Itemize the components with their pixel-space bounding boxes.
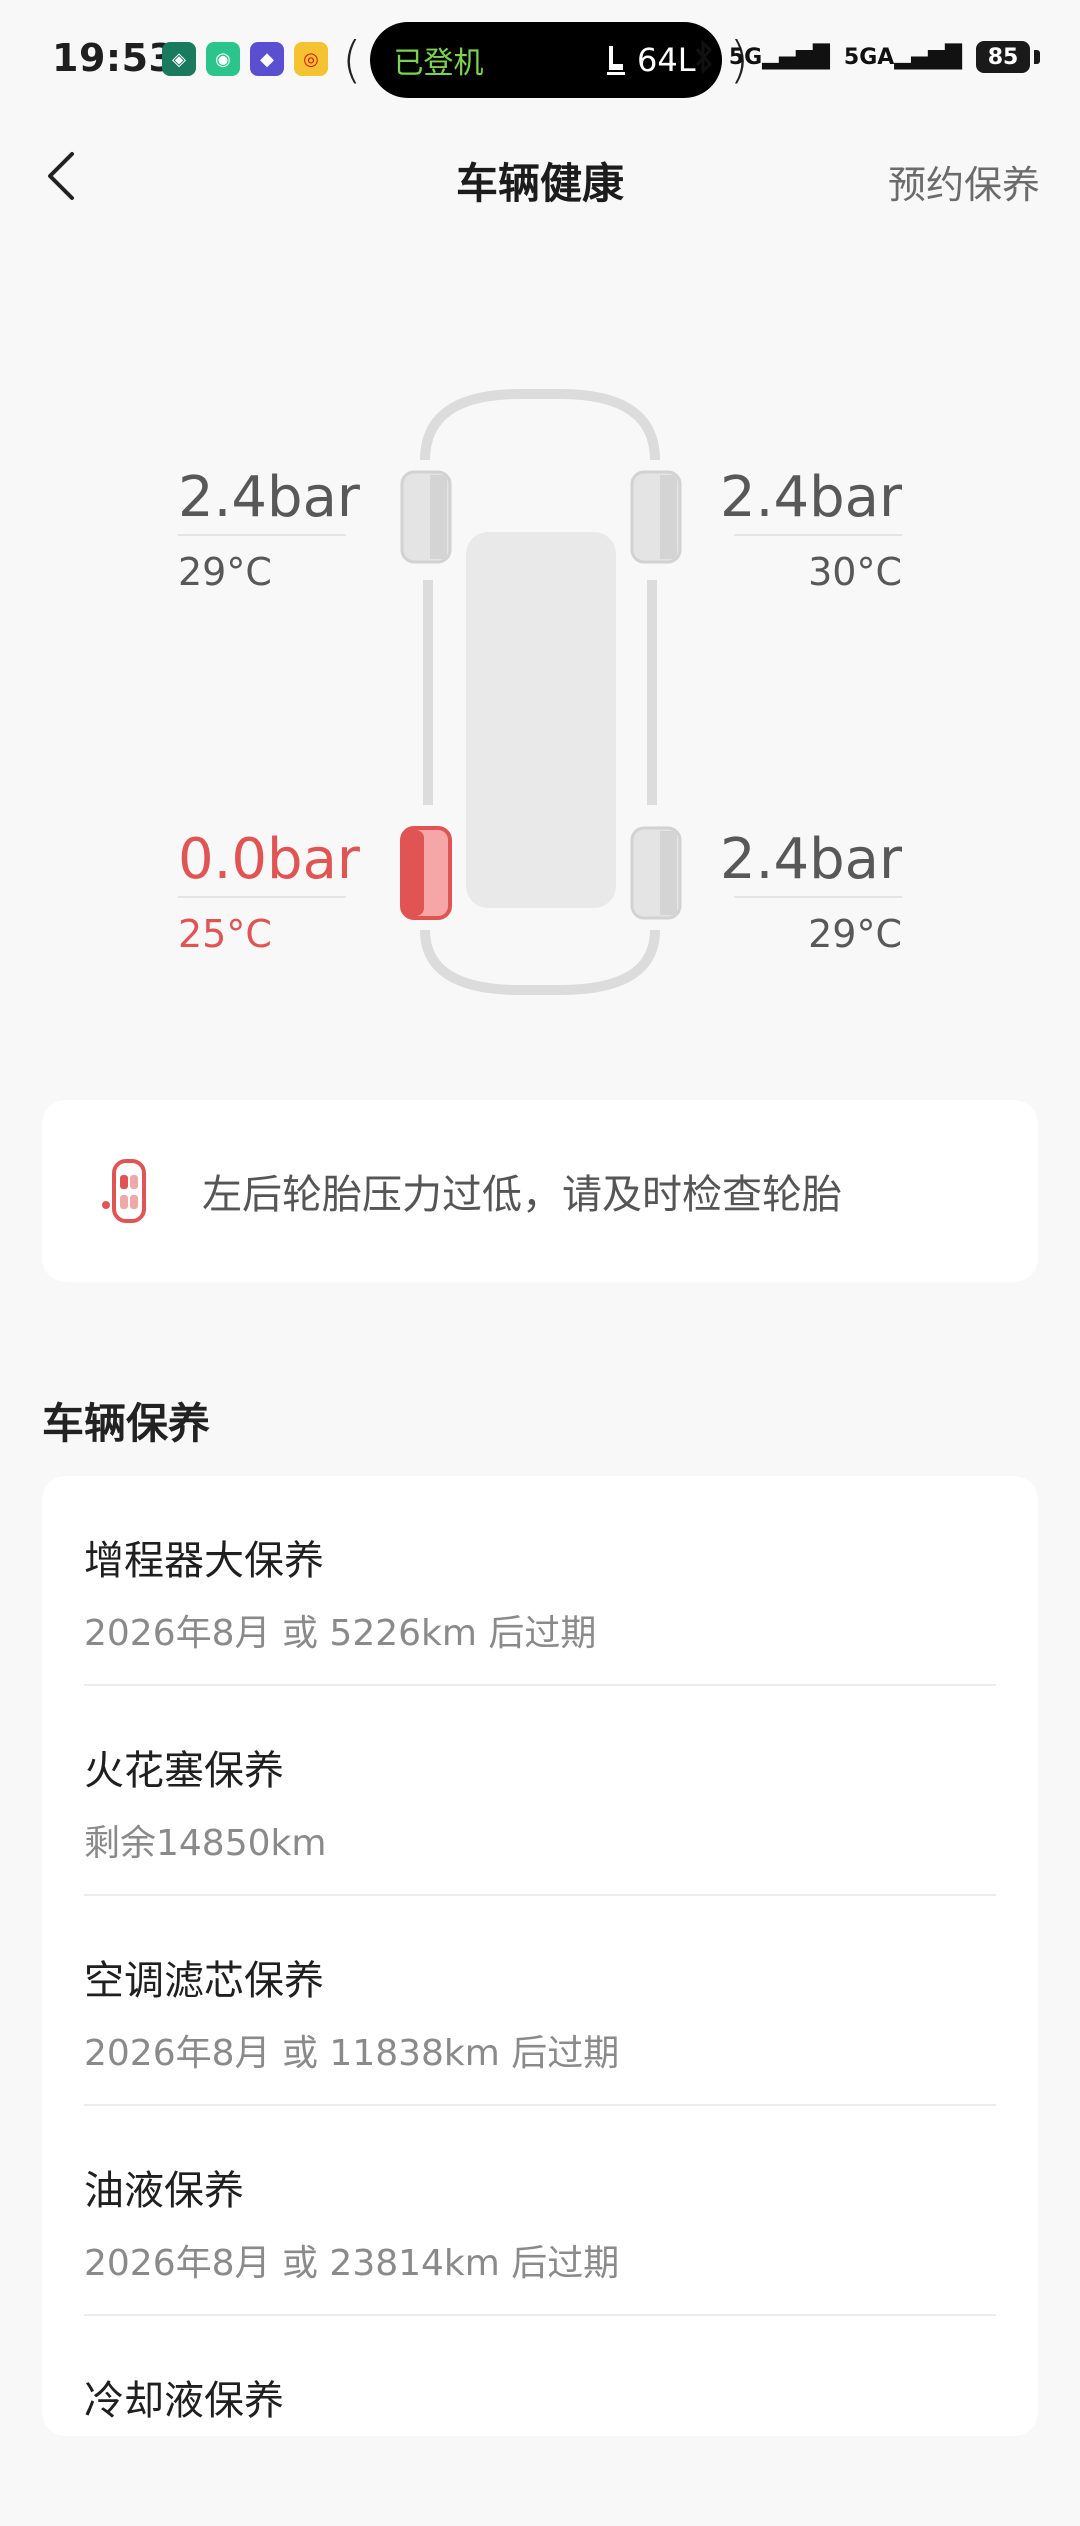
maintenance-item[interactable]: 冷却液保养 <box>84 2316 996 2526</box>
dynamic-island[interactable]: ( 已登机 64L ) <box>342 22 749 98</box>
paren-left: ( <box>342 31 362 89</box>
maintenance-detail: 剩余14850km <box>84 1823 327 1864</box>
tire-pressure: 2.4bar <box>720 827 902 892</box>
pill-status: 已登机 <box>393 46 484 81</box>
tire-temperature: 29°C <box>808 912 902 956</box>
app-notification-icon: ◆ <box>250 42 284 76</box>
maintenance-item[interactable]: 油液保养 2026年8月 或 23814km 后过期 <box>84 2106 996 2316</box>
maintenance-name: 冷却液保养 <box>84 2378 284 2424</box>
signal-5ga-icon: 5GA▂▄▆█ <box>843 44 962 70</box>
maintenance-item[interactable]: 空调滤芯保养 2026年8月 或 11838km 后过期 <box>84 1896 996 2106</box>
tire-pressure: 0.0bar <box>178 827 360 892</box>
tire-front-left: 2.4bar 29°C <box>178 470 360 594</box>
maintenance-detail: 2026年8月 或 23814km 后过期 <box>84 2243 620 2284</box>
maintenance-item[interactable]: 火花塞保养 剩余14850km <box>84 1686 996 1896</box>
maintenance-name: 增程器大保养 <box>84 1538 324 1584</box>
notification-icons: ◈ ◉ ◆ ◎ <box>162 42 328 76</box>
tire-pressure: 2.4bar <box>178 465 360 530</box>
car-outline-icon <box>400 389 682 995</box>
pill-value: 64L <box>636 41 696 79</box>
status-bar: 19:53 ◈ ◉ ◆ ◎ ( 已登机 64L ) 5G▂▄▆█ 5GA▂▄▆█… <box>0 0 1080 120</box>
seat-icon <box>606 46 625 75</box>
status-time: 19:53 <box>52 36 176 80</box>
maintenance-name: 空调滤芯保养 <box>84 1958 324 2004</box>
weibo-icon: ◎ <box>294 42 328 76</box>
tire-front-right: 2.4bar 30°C <box>720 470 902 594</box>
tire-temperature: 25°C <box>178 912 272 956</box>
app-notification-icon: ◉ <box>206 42 240 76</box>
battery-level: 85 <box>976 41 1030 73</box>
maintenance-item[interactable]: 增程器大保养 2026年8月 或 5226km 后过期 <box>84 1476 996 1686</box>
live-activity-pill[interactable]: 已登机 64L <box>369 22 722 98</box>
tire-rear-right: 2.4bar 29°C <box>720 832 902 956</box>
tire-temperature: 29°C <box>178 550 272 594</box>
tire-warning-icon <box>102 1159 146 1223</box>
tire-temperature: 30°C <box>808 550 902 594</box>
app-notification-icon: ◈ <box>162 42 196 76</box>
tire-pressure: 2.4bar <box>720 465 902 530</box>
tire-alert-card[interactable]: 左后轮胎压力过低，请及时检查轮胎 <box>42 1100 1038 1282</box>
tire-rear-left: 0.0bar 25°C <box>178 832 360 956</box>
alert-message: 左后轮胎压力过低，请及时检查轮胎 <box>202 1172 842 1218</box>
status-indicators: 5G▂▄▆█ 5GA▂▄▆█ 85 <box>693 40 1040 74</box>
book-maintenance-button[interactable]: 预约保养 <box>888 154 1040 209</box>
tire-pressure-diagram: 2.4bar 29°C 2.4bar 30°C 0.0bar 25°C 2.4b… <box>0 360 1080 1010</box>
maintenance-detail: 2026年8月 或 11838km 后过期 <box>84 2033 620 2074</box>
signal-5g-icon: 5G▂▄▆█ <box>728 44 830 70</box>
battery-icon: 85 <box>976 41 1040 73</box>
pill-right: 64L <box>603 41 696 79</box>
maintenance-section-title: 车辆保养 <box>42 1399 211 1448</box>
maintenance-detail: 2026年8月 或 5226km 后过期 <box>84 1613 597 1654</box>
maintenance-name: 油液保养 <box>84 2168 244 2214</box>
bluetooth-icon <box>695 40 712 74</box>
maintenance-name: 火花塞保养 <box>84 1748 284 1794</box>
maintenance-list: 增程器大保养 2026年8月 或 5226km 后过期 火花塞保养 剩余1485… <box>42 1476 1038 2436</box>
